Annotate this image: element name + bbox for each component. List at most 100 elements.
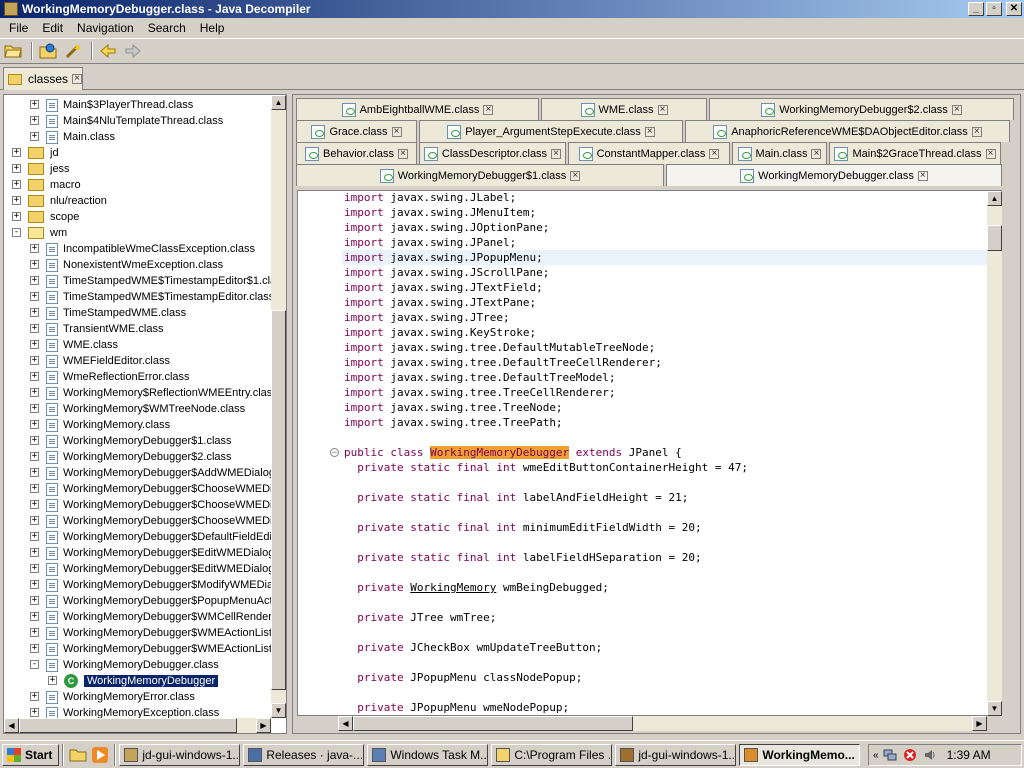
expand-icon[interactable]: + [30,500,39,509]
code-line[interactable]: import javax.swing.tree.DefaultMutableTr… [344,340,655,355]
menu-search[interactable]: Search [141,21,193,35]
tree-row[interactable]: + WmeReflectionError.class [4,369,190,385]
close-tab-icon[interactable]: × [917,170,928,181]
tree-row[interactable]: + Main$4NluTemplateThread.class [4,113,223,129]
tree-row[interactable]: + TimeStampedWME$TimestampEditor.class [4,289,274,305]
scroll-right-button[interactable]: ▶ [972,716,987,731]
file-tab[interactable]: WorkingMemoryDebugger$1.class × [296,164,664,186]
expand-icon[interactable]: + [30,324,39,333]
expand-icon[interactable]: + [30,372,39,381]
file-tab[interactable]: Grace.class × [296,120,417,142]
expand-icon[interactable]: + [30,452,39,461]
taskbar-window-button[interactable]: WorkingMemo... [739,743,861,766]
scroll-down-button[interactable]: ▼ [987,701,1002,716]
scroll-up-button[interactable]: ▲ [271,95,286,110]
tree-row[interactable]: + WorkingMemoryDebugger$PopupMenuActi [4,593,275,609]
scroll-thumb[interactable] [19,718,237,733]
file-tab[interactable]: Behavior.class × [296,142,417,164]
file-tab[interactable]: Main.class × [732,142,827,164]
code-line[interactable]: import javax.swing.tree.TreeNode; [344,400,563,415]
editor-horizontal-scrollbar[interactable]: ◀ ▶ [338,716,987,731]
close-tab-icon[interactable]: × [391,126,402,137]
scroll-left-button[interactable]: ◀ [4,718,19,733]
close-tab-icon[interactable]: × [657,104,668,115]
code-line[interactable]: import javax.swing.JTextPane; [344,295,536,310]
tree-row[interactable]: + WMEFieldEditor.class [4,353,170,369]
code-line[interactable]: import javax.swing.JTree; [344,310,510,325]
file-tab[interactable]: WME.class × [541,98,707,120]
tree-row[interactable]: + jd [4,145,59,161]
expand-icon[interactable]: + [12,212,21,221]
tree-row[interactable]: + Main.class [4,129,115,145]
close-tab-icon[interactable]: × [644,126,655,137]
expand-icon[interactable]: + [30,116,39,125]
tree-row[interactable]: + WorkingMemoryDebugger$WMEActionListe [4,641,278,657]
tree-row[interactable]: + scope [4,209,79,225]
tree-row[interactable]: + WorkingMemoryDebugger$AddWMEDialog. [4,465,278,481]
code-line[interactable]: private JPopupMenu wmeNodePopup; [344,700,569,715]
tree-row[interactable]: + WorkingMemory.class [4,417,170,433]
close-tab-icon[interactable]: × [971,126,982,137]
tree-row[interactable]: + WorkingMemoryDebugger$ChooseWMEDia [4,481,279,497]
expand-icon[interactable]: + [30,644,39,653]
file-tab[interactable]: ConstantMapper.class × [568,142,730,164]
code-editor[interactable]: import javax.swing.JLabel; import javax.s… [297,190,1002,716]
tree-row[interactable]: + nlu/reaction [4,193,107,209]
tree-row[interactable]: - WorkingMemoryDebugger.class [4,657,219,673]
forward-button[interactable] [122,40,144,62]
minimize-button[interactable]: _ [968,2,984,16]
tree-row[interactable]: + Main$3PlayerThread.class [4,97,193,113]
close-tab-icon[interactable]: × [72,74,82,84]
maximize-button[interactable]: ▫ [986,2,1002,16]
network-icon[interactable] [883,748,897,762]
code-line[interactable]: import javax.swing.tree.DefaultTreeCellR… [344,355,662,370]
expand-icon[interactable]: + [30,260,39,269]
tree-row[interactable]: + WorkingMemory$ReflectionWMEEntry.class [4,385,278,401]
expand-icon[interactable]: + [30,580,39,589]
menu-edit[interactable]: Edit [35,21,70,35]
tree-row[interactable]: - wm [4,225,67,241]
expand-icon[interactable]: + [30,484,39,493]
code-line[interactable]: private static final int labelAndFieldHe… [344,490,688,505]
scroll-down-button[interactable]: ▼ [271,703,286,718]
tree-row[interactable]: + WorkingMemoryDebugger$EditWMEDialog$ [4,545,280,561]
file-tab[interactable]: Player_ArgumentStepExecute.class × [419,120,683,142]
tree-row[interactable]: + WorkingMemoryDebugger$EditWMEDialog. [4,561,277,577]
file-tab[interactable]: AnaphoricReferenceWME$DAObjectEditor.cla… [685,120,1010,142]
file-tab[interactable]: WorkingMemoryDebugger.class × [666,164,1002,186]
tree-vertical-scrollbar[interactable]: ▲ ▼ [271,95,286,718]
tree-row[interactable]: + NonexistentWmeException.class [4,257,223,273]
fold-toggle-icon[interactable]: − [330,448,339,457]
code-line[interactable]: import javax.swing.JMenuItem; [344,205,536,220]
open-type-button[interactable] [37,40,59,62]
security-alert-icon[interactable] [903,748,917,762]
tree-row[interactable]: + WorkingMemoryDebugger$ModifyWMEDialo [4,577,282,593]
scroll-up-button[interactable]: ▲ [987,191,1002,206]
taskbar-window-button[interactable]: Releases · java-... [243,743,365,766]
close-tab-icon[interactable]: × [570,170,581,181]
scroll-thumb[interactable] [353,716,633,731]
expand-icon[interactable]: + [30,276,39,285]
taskbar-window-button[interactable]: C:\Program Files ... [491,743,613,766]
expand-icon[interactable]: + [30,404,39,413]
tree-row[interactable]: + C WorkingMemoryDebugger [4,673,219,689]
code-line[interactable]: private static final int wmeEditButtonCo… [344,460,748,475]
folder-quicklaunch-icon[interactable] [69,746,87,764]
code-line[interactable]: import javax.swing.JTextField; [344,280,543,295]
expand-icon[interactable]: + [12,164,21,173]
menu-navigation[interactable]: Navigation [70,21,141,35]
scroll-thumb[interactable] [987,225,1002,251]
file-tab[interactable]: AmbEightballWME.class × [296,98,539,120]
close-tab-icon[interactable]: × [811,148,822,159]
code-line[interactable]: import javax.swing.tree.TreeCellRenderer… [344,385,616,400]
tree-row[interactable]: + WorkingMemoryError.class [4,689,195,705]
expand-icon[interactable]: + [12,148,21,157]
tree-row[interactable]: + WorkingMemoryDebugger$WMCellRendere [4,609,278,625]
tree-row[interactable]: + WorkingMemoryDebugger$2.class [4,449,232,465]
code-line[interactable]: private static final int labelFieldHSepa… [344,550,701,565]
tree-row[interactable]: + TimeStampedWME$TimestampEditor$1.clas [4,273,282,289]
tree-row[interactable]: + WME.class [4,337,118,353]
code-line[interactable]: public class WorkingMemoryDebugger exten… [344,445,682,460]
file-tab[interactable]: Main$2GraceThread.class × [829,142,1001,164]
tree-row[interactable]: + jess [4,161,70,177]
